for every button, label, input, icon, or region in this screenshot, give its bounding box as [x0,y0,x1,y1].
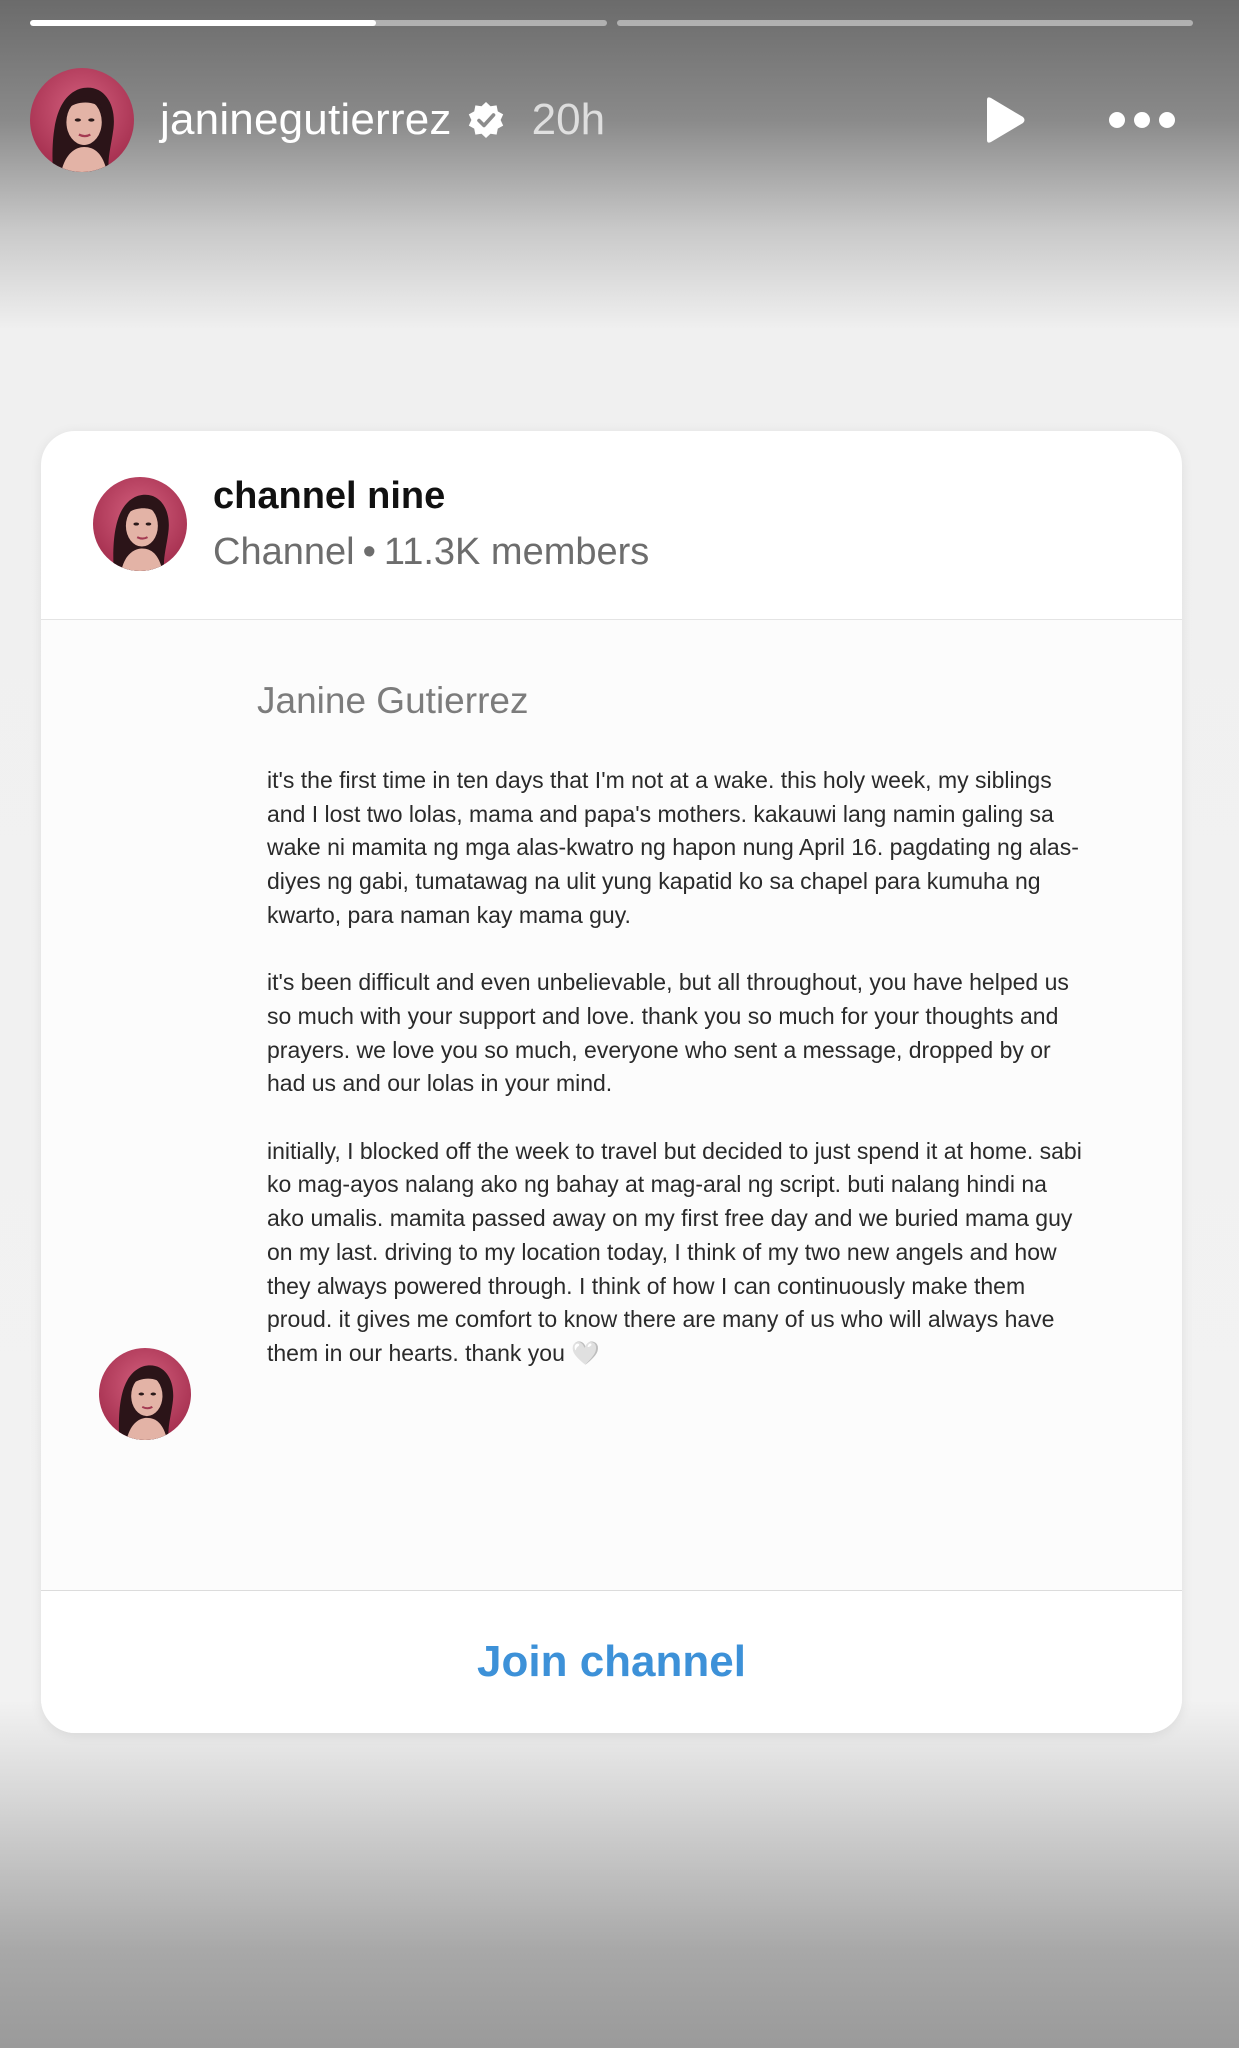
verified-badge-icon [468,102,503,138]
letter-paragraph-3: initially, I blocked off the week to tra… [267,1137,1082,1366]
more-icon[interactable] [1107,110,1177,130]
meta-separator: • [362,531,376,573]
story-username[interactable]: janinegutierrez [160,95,452,145]
letter-paragraph-2: it's been difficult and even unbelievabl… [267,969,1069,1097]
channel-type: Channel [213,531,355,573]
channel-members: 11.3K members [383,531,650,573]
story-timestamp: 20h [531,95,606,144]
progress-segment-1 [30,20,607,26]
story-progress-bar [30,20,1193,26]
channel-header: channel nine Channel • 11.3K members [41,431,1182,620]
story-controls [981,95,1209,145]
channel-name: channel nine [213,475,446,517]
channel-avatar-image [93,477,187,571]
play-icon[interactable] [981,95,1027,145]
channel-footer: Join channel [41,1590,1182,1733]
join-channel-button[interactable]: Join channel [457,1627,766,1697]
channel-avatar [93,477,187,571]
sender-avatar [99,1348,191,1440]
avatar[interactable] [30,68,134,172]
progress-segment-2 [616,20,1193,26]
letter-author: Janine Gutierrez [257,680,529,721]
channel-card[interactable]: channel nine Channel • 11.3K members Janin… [41,431,1182,1733]
progress-fill-1 [30,20,376,26]
letter-paragraph-1: it's the first time in ten days that I'm… [267,767,1079,928]
channel-message-preview: Janine Gutierrez it's the first time in … [41,620,1182,1620]
shared-letter: Janine Gutierrez it's the first time in … [251,680,1121,1371]
avatar-image [30,68,134,172]
sender-avatar-image [99,1348,191,1440]
story-header: janinegutierrez 20h [30,68,1209,172]
channel-meta: Channel • 11.3K members [213,531,649,574]
